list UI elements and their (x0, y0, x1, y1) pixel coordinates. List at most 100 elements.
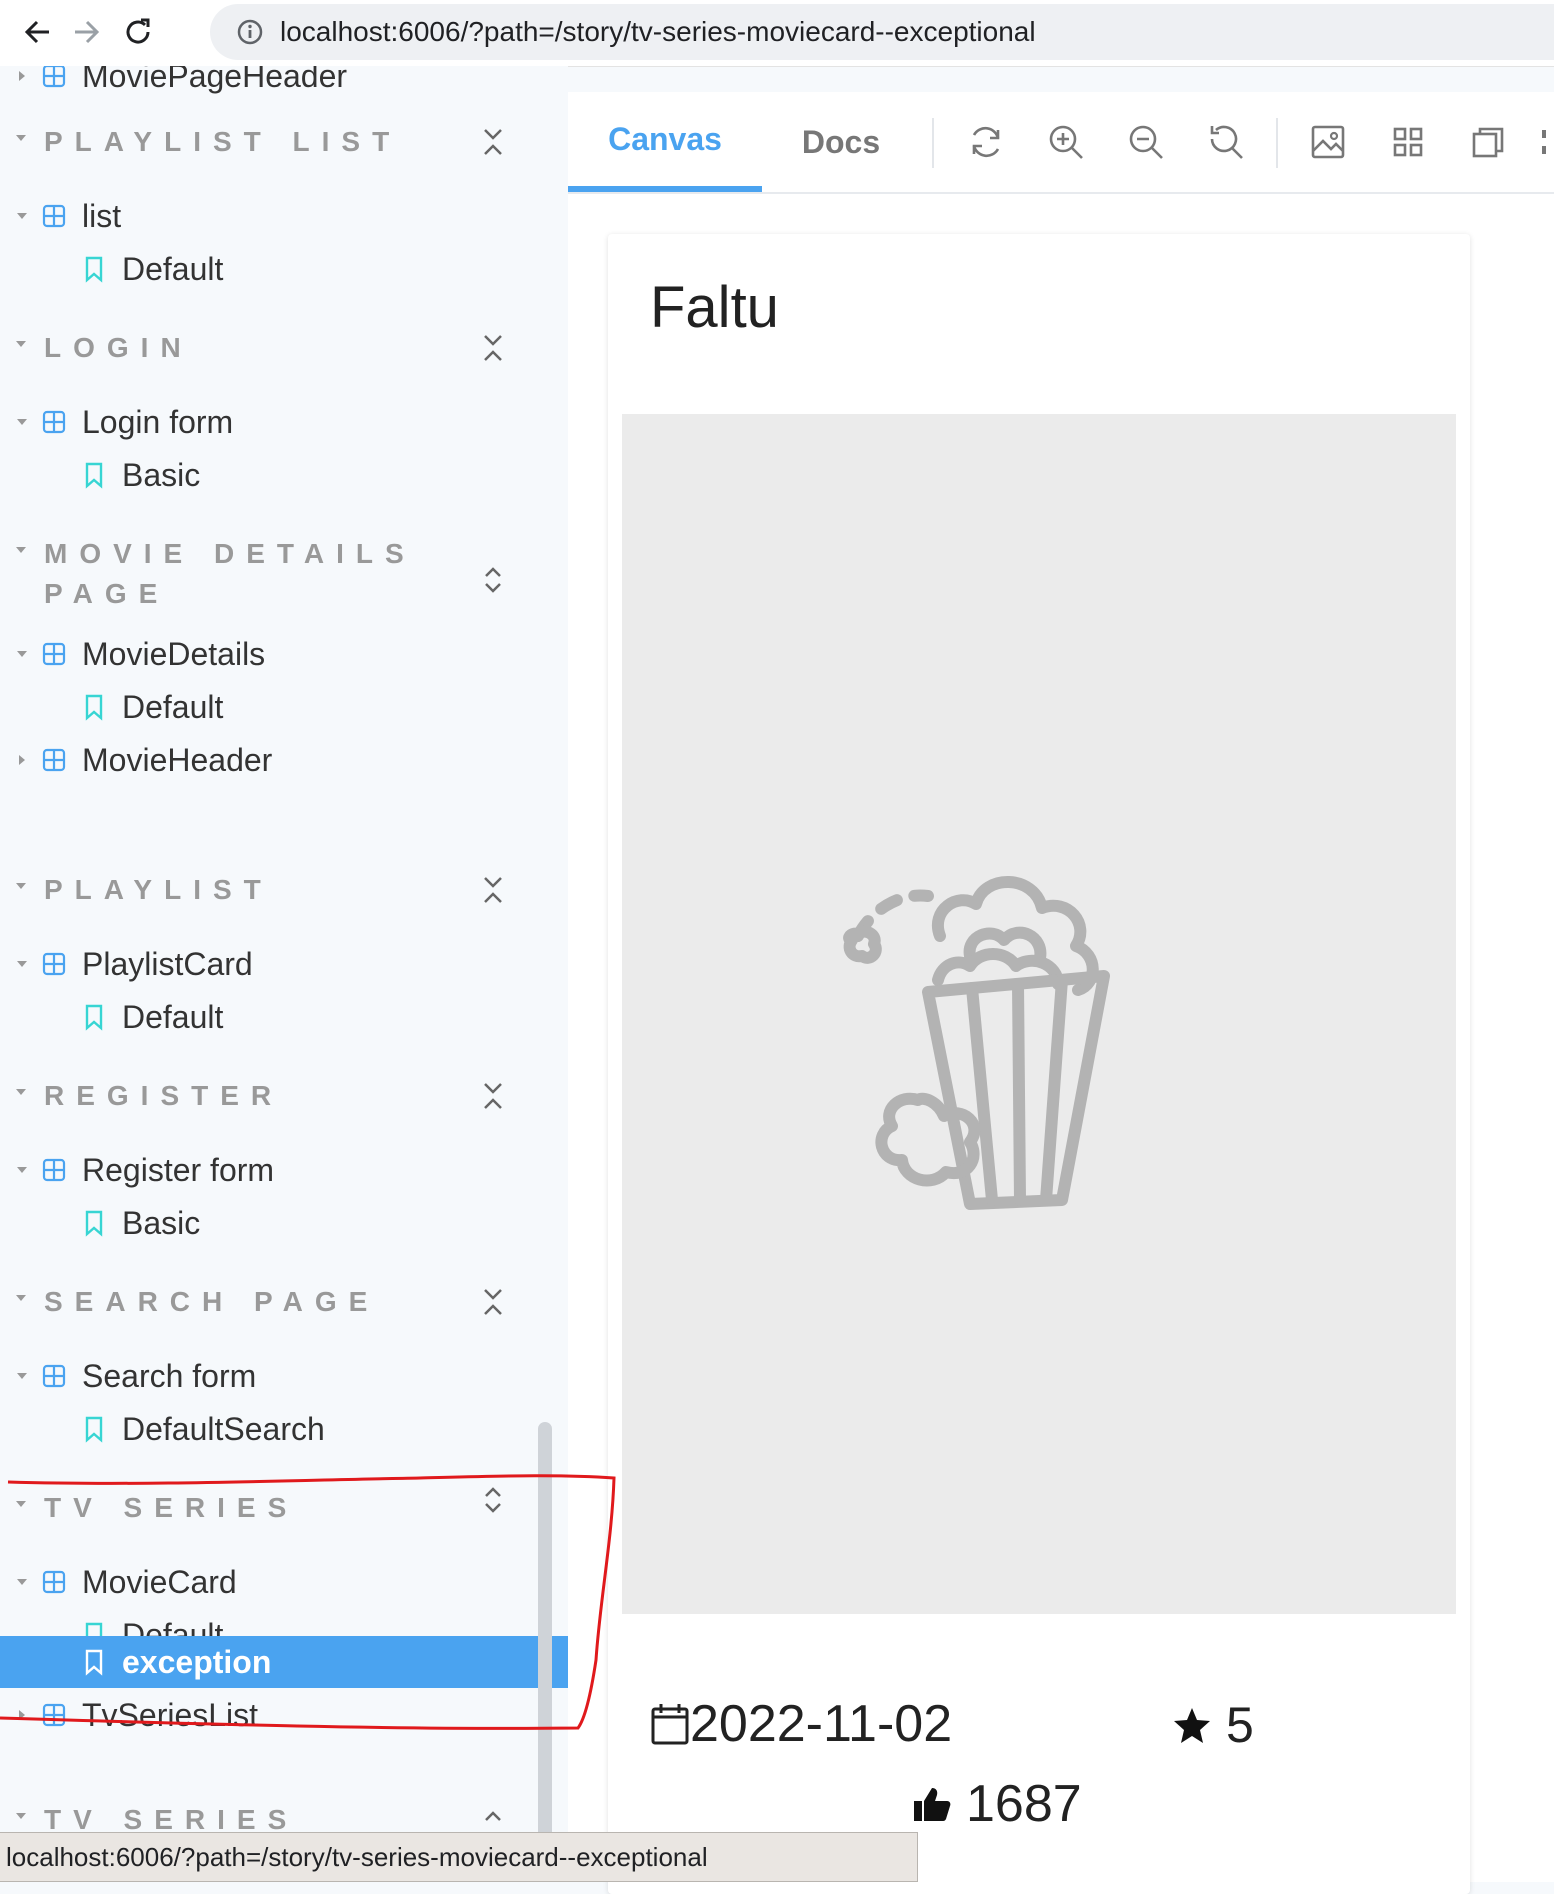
forward-button[interactable] (64, 10, 108, 54)
caret-down-icon (14, 130, 30, 146)
rating-value: 5 (1226, 1697, 1254, 1753)
collapse-icon[interactable] (478, 1078, 508, 1114)
caret-down-icon (14, 336, 30, 352)
caret-down-icon (14, 208, 30, 224)
component-icon (42, 1703, 66, 1727)
preview-toolbar: Canvas Docs (568, 92, 1554, 194)
caret-down-icon (14, 1574, 30, 1590)
sidebar-story-exception-selected[interactable]: exception (0, 1636, 568, 1688)
address-bar[interactable]: localhost:6006/?path=/story/tv-series-mo… (210, 4, 1554, 60)
back-button[interactable] (16, 10, 60, 54)
toolbar-divider (1276, 118, 1278, 168)
expand-icon[interactable] (478, 1482, 508, 1518)
caret-down-icon (14, 956, 30, 972)
rating: 5 (1172, 1696, 1254, 1754)
component-icon (42, 1158, 66, 1182)
release-date-value: 2022-11-02 (690, 1695, 953, 1753)
caret-down-icon (14, 1290, 30, 1306)
storybook-sidebar: MoviePageHeader PLAYLIST LIST list Defau… (0, 66, 568, 1882)
caret-down-icon (14, 878, 30, 894)
caret-right-icon (14, 68, 30, 84)
remount-icon[interactable] (964, 120, 1008, 164)
sidebar-scrollbar[interactable] (538, 1422, 552, 1882)
caret-down-icon (14, 414, 30, 430)
reload-icon (126, 18, 150, 44)
sidebar-story-label: Basic (122, 456, 201, 493)
sidebar-group-title[interactable]: REGISTER (44, 1076, 424, 1116)
expand-icon[interactable] (478, 562, 508, 598)
sidebar-group-title[interactable]: PLAYLIST LIST (44, 122, 424, 162)
tab-docs[interactable]: Docs (762, 92, 920, 192)
bookmark-icon (85, 1649, 103, 1676)
sidebar-group-title[interactable]: PLAYLIST (44, 870, 424, 910)
movie-card[interactable]: Faltu 2022-11-02 5 1687 (608, 234, 1470, 1894)
tab-canvas[interactable]: Canvas (568, 92, 762, 192)
component-icon (42, 66, 66, 88)
caret-down-icon (14, 1496, 30, 1512)
popcorn-icon (843, 876, 1110, 1210)
component-icon (42, 748, 66, 772)
collapse-icon[interactable] (478, 330, 508, 366)
calendar-icon (651, 1704, 689, 1745)
star-icon (1174, 1708, 1210, 1743)
sidebar-component-label: Search form (82, 1357, 257, 1394)
sidebar-component-label: PlaylistCard (82, 945, 253, 982)
caret-down-icon (14, 646, 30, 662)
sidebar-group-title[interactable]: MOVIE DETAILS PAGE (44, 534, 424, 614)
caret-down-icon (14, 542, 30, 558)
collapse-icon[interactable] (478, 872, 508, 908)
sidebar-group-title[interactable]: TV SERIES (44, 1488, 424, 1528)
browser-toolbar: localhost:6006/?path=/story/tv-series-mo… (0, 0, 1554, 67)
grid-icon[interactable] (1386, 120, 1430, 164)
info-icon[interactable] (232, 14, 268, 50)
reload-button[interactable] (116, 10, 160, 54)
caret-right-icon (14, 752, 30, 768)
movie-poster-placeholder (622, 414, 1456, 1614)
sidebar-component-label: MovieDetails (82, 635, 266, 672)
sidebar-story-label: Default (122, 250, 224, 287)
address-url[interactable]: localhost:6006/?path=/story/tv-series-mo… (280, 16, 1036, 48)
thumbs-up-icon (914, 1788, 951, 1821)
component-icon (42, 1570, 66, 1594)
sidebar-story-label: Default (122, 998, 224, 1035)
sidebar-story-label: DefaultSearch (122, 1410, 325, 1447)
caret-right-icon (14, 1707, 30, 1723)
caret-down-icon (14, 1084, 30, 1100)
bookmark-icon (85, 256, 103, 283)
viewport-icon[interactable] (1466, 120, 1510, 164)
sidebar-component-label: MovieHeader (82, 741, 273, 778)
bookmark-icon (85, 694, 103, 721)
preview-panel: Canvas Docs Faltu 2022-11-02 5 1687 (568, 92, 1554, 1894)
arrow-left-icon (24, 20, 49, 44)
arrow-right-icon (75, 20, 100, 44)
sidebar-component-label: Login form (82, 403, 234, 440)
sidebar-group-title[interactable]: SEARCH PAGE (44, 1282, 424, 1322)
bookmark-icon (85, 1416, 103, 1443)
sidebar-component-label: MoviePageHeader (82, 66, 348, 94)
sidebar-group-title[interactable]: LOGIN (44, 328, 424, 368)
zoom-reset-icon[interactable] (1204, 120, 1248, 164)
likes: 1687 (912, 1774, 1082, 1834)
bookmark-icon (85, 1210, 103, 1237)
sidebar-story-label: Basic (122, 1204, 201, 1241)
component-icon (42, 204, 66, 228)
status-bar-url: localhost:6006/?path=/story/tv-series-mo… (0, 1832, 918, 1882)
zoom-in-icon[interactable] (1044, 120, 1088, 164)
release-date: 2022-11-02 (650, 1694, 952, 1754)
component-icon (42, 952, 66, 976)
toolbar-divider (932, 118, 934, 168)
caret-down-icon (14, 1808, 30, 1824)
sidebar-story-label: exception (122, 1643, 272, 1680)
caret-down-icon (14, 1368, 30, 1384)
collapse-icon[interactable] (478, 1284, 508, 1320)
more-icon[interactable] (1536, 120, 1554, 164)
background-image-icon[interactable] (1306, 120, 1350, 164)
likes-value: 1687 (966, 1775, 1082, 1833)
movie-title: Faltu (650, 275, 779, 340)
zoom-out-icon[interactable] (1124, 120, 1168, 164)
component-icon (42, 1364, 66, 1388)
collapse-icon[interactable] (478, 124, 508, 160)
sidebar-component-label: list (82, 197, 122, 234)
bookmark-icon (85, 462, 103, 489)
sidebar-component-label: Register form (82, 1151, 275, 1188)
